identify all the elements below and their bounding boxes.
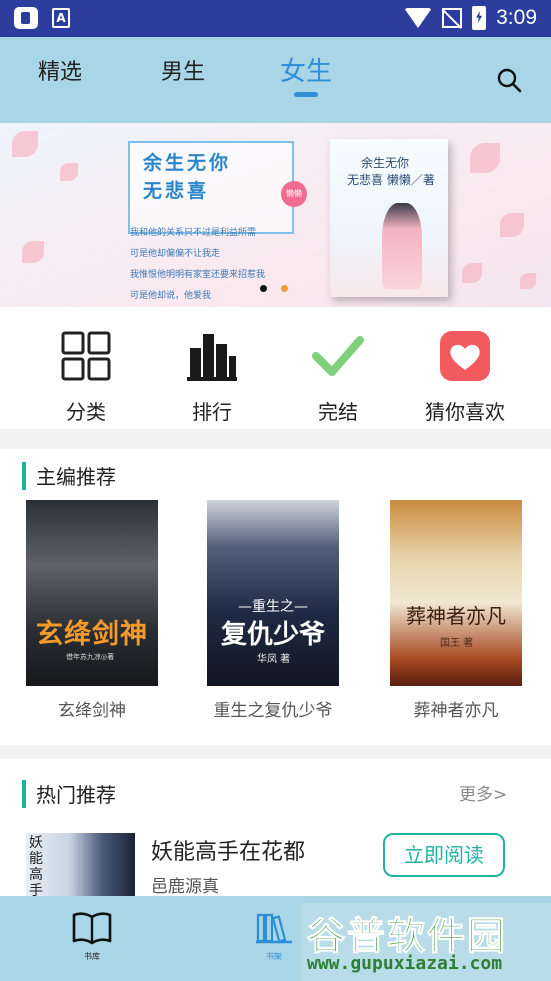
tab-male[interactable]: 男生	[161, 54, 205, 86]
book-card[interactable]: 玄绛剑神 借年苏九凉◎著 玄绛剑神	[26, 500, 158, 721]
grid-icon	[61, 331, 111, 381]
tab-featured[interactable]: 精选	[38, 54, 82, 86]
banner-book-cover: 余生无你 无悲喜 懒懒／著	[330, 139, 448, 297]
banner-blurb: 我和他的关系只不过是利益所需 可是他却偏偏不让我走 我惟恨他明明有家室还要来招惹…	[130, 228, 266, 301]
section-divider	[0, 429, 551, 449]
banner-dot[interactable]	[260, 285, 267, 292]
book-author: 邑鹿源真	[151, 877, 219, 897]
shortcut-ranking[interactable]: 排行	[162, 330, 262, 425]
book-card[interactable]: 葬神者亦凡 国王 著 葬神者亦凡	[390, 500, 522, 721]
book-title: 玄绛剑神	[58, 701, 126, 721]
banner-author-badge: 懒懒	[281, 181, 307, 207]
editor-picks-header: 主编推荐	[22, 461, 116, 490]
shortcut-label: 分类	[66, 400, 106, 424]
shortcut-recommend[interactable]: 猜你喜欢	[413, 330, 517, 425]
app-root: A 3:09 精选 男生 女生 余生无你 无悲喜 懒懒 我和他的关系只不过是利益…	[0, 0, 551, 981]
shortcut-completed[interactable]: 完结	[288, 330, 388, 425]
more-link[interactable]: 更多>	[459, 780, 507, 805]
status-bar: A 3:09	[0, 0, 551, 37]
shortcut-label: 排行	[192, 400, 232, 424]
book-cover: 妖能高手	[26, 833, 135, 897]
banner-dot-active[interactable]	[281, 285, 288, 292]
top-nav: 精选 男生 女生	[0, 37, 551, 123]
bottom-nav-label: 书库	[84, 952, 100, 961]
active-tab-indicator	[294, 92, 318, 97]
book-card[interactable]: —重生之— 复仇少爷 华凤 著 重生之复仇少爷	[207, 500, 339, 721]
watermark-title: 谷普软件园	[306, 914, 508, 959]
bar-chart-icon	[187, 334, 237, 381]
banner-title: 余生无你 无悲喜	[143, 152, 232, 202]
section-accent-bar	[22, 779, 26, 808]
bottom-nav-label: 书架	[266, 952, 282, 961]
hot-picks-header: 热门推荐	[22, 779, 116, 808]
list-item[interactable]: 妖能高手 妖能高手在花都 邑鹿源真 立即阅读	[0, 830, 551, 897]
editor-picks-list: 玄绛剑神 借年苏九凉◎著 玄绛剑神 —重生之— 复仇少爷 华凤 著 重生之复仇少…	[0, 500, 551, 730]
book-title: 妖能高手在花都	[151, 840, 306, 865]
book-open-icon	[72, 912, 112, 945]
heart-icon	[440, 331, 490, 381]
shortcut-label: 猜你喜欢	[425, 400, 505, 424]
book-cover: 葬神者亦凡 国王 著	[390, 500, 522, 686]
a-notification-icon: A	[52, 8, 70, 28]
banner-page-indicator	[260, 285, 288, 292]
book-title: 重生之复仇少爷	[213, 701, 333, 721]
battery-charging-icon	[472, 6, 487, 30]
no-signal-icon	[442, 8, 463, 28]
bottom-nav-library[interactable]: 书库	[62, 911, 122, 962]
watermark-url: www.gupuxiazai.com	[307, 953, 503, 974]
check-icon	[312, 336, 364, 376]
book-cover: —重生之— 复仇少爷 华凤 著	[207, 500, 339, 686]
watermark-logo: 谷普软件园 www.gupuxiazai.com	[301, 903, 551, 981]
banner-figure-image	[382, 203, 422, 289]
tab-female[interactable]: 女生	[280, 51, 332, 88]
shortcut-label: 完结	[318, 400, 358, 424]
wifi-icon	[404, 8, 433, 28]
bottom-nav-bookshelf[interactable]: 书架	[244, 911, 304, 962]
book-cover: 玄绛剑神 借年苏九凉◎著	[26, 500, 158, 686]
read-now-button[interactable]: 立即阅读	[383, 833, 505, 877]
app-notification-icon	[14, 7, 38, 29]
bookshelf-icon	[256, 913, 292, 944]
search-icon[interactable]	[496, 67, 522, 93]
section-accent-bar	[22, 461, 26, 490]
section-title: 热门推荐	[36, 783, 116, 807]
section-divider	[0, 745, 551, 759]
shortcut-row: 分类 排行 完结 猜你喜欢	[0, 307, 551, 429]
status-time: 3:09	[496, 6, 537, 29]
section-title: 主编推荐	[36, 465, 116, 489]
book-title: 葬神者亦凡	[413, 701, 499, 721]
shortcut-category[interactable]: 分类	[36, 330, 136, 425]
promo-banner[interactable]: 余生无你 无悲喜 懒懒 我和他的关系只不过是利益所需 可是他却偏偏不让我走 我惟…	[0, 123, 551, 307]
